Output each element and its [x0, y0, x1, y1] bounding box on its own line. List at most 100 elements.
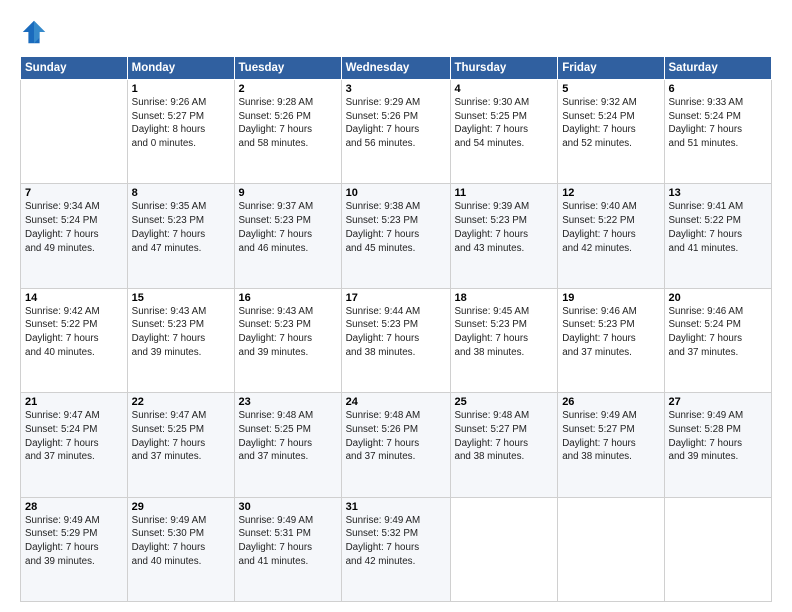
page: SundayMondayTuesdayWednesdayThursdayFrid…: [0, 0, 792, 612]
calendar-cell: 20Sunrise: 9:46 AMSunset: 5:24 PMDayligh…: [664, 288, 772, 392]
day-number: 26: [562, 396, 659, 408]
day-number: 17: [346, 292, 446, 304]
day-info: Sunrise: 9:47 AMSunset: 5:25 PMDaylight:…: [132, 409, 230, 464]
day-info: Sunrise: 9:38 AMSunset: 5:23 PMDaylight:…: [346, 200, 446, 255]
calendar-cell: [21, 80, 128, 184]
day-info: Sunrise: 9:49 AMSunset: 5:30 PMDaylight:…: [132, 514, 230, 569]
day-info: Sunrise: 9:43 AMSunset: 5:23 PMDaylight:…: [239, 305, 337, 360]
calendar-cell: [558, 497, 664, 601]
day-number: 28: [25, 501, 123, 513]
day-info: Sunrise: 9:48 AMSunset: 5:27 PMDaylight:…: [455, 409, 554, 464]
day-info: Sunrise: 9:29 AMSunset: 5:26 PMDaylight:…: [346, 96, 446, 151]
day-info: Sunrise: 9:33 AMSunset: 5:24 PMDaylight:…: [669, 96, 768, 151]
calendar-cell: [450, 497, 558, 601]
day-info: Sunrise: 9:49 AMSunset: 5:29 PMDaylight:…: [25, 514, 123, 569]
day-info: Sunrise: 9:42 AMSunset: 5:22 PMDaylight:…: [25, 305, 123, 360]
day-info: Sunrise: 9:40 AMSunset: 5:22 PMDaylight:…: [562, 200, 659, 255]
day-number: 21: [25, 396, 123, 408]
day-info: Sunrise: 9:46 AMSunset: 5:24 PMDaylight:…: [669, 305, 768, 360]
day-number: 13: [669, 187, 768, 199]
calendar-cell: 7Sunrise: 9:34 AMSunset: 5:24 PMDaylight…: [21, 184, 128, 288]
day-number: 25: [455, 396, 554, 408]
day-info: Sunrise: 9:39 AMSunset: 5:23 PMDaylight:…: [455, 200, 554, 255]
calendar-cell: 24Sunrise: 9:48 AMSunset: 5:26 PMDayligh…: [341, 393, 450, 497]
day-info: Sunrise: 9:32 AMSunset: 5:24 PMDaylight:…: [562, 96, 659, 151]
calendar-cell: 16Sunrise: 9:43 AMSunset: 5:23 PMDayligh…: [234, 288, 341, 392]
calendar-cell: 15Sunrise: 9:43 AMSunset: 5:23 PMDayligh…: [127, 288, 234, 392]
calendar-cell: 21Sunrise: 9:47 AMSunset: 5:24 PMDayligh…: [21, 393, 128, 497]
weekday-header: Tuesday: [234, 57, 341, 80]
calendar-cell: 3Sunrise: 9:29 AMSunset: 5:26 PMDaylight…: [341, 80, 450, 184]
weekday-header: Saturday: [664, 57, 772, 80]
day-info: Sunrise: 9:49 AMSunset: 5:27 PMDaylight:…: [562, 409, 659, 464]
calendar-cell: 18Sunrise: 9:45 AMSunset: 5:23 PMDayligh…: [450, 288, 558, 392]
weekday-header: Monday: [127, 57, 234, 80]
day-number: 22: [132, 396, 230, 408]
day-number: 9: [239, 187, 337, 199]
calendar-week-row: 14Sunrise: 9:42 AMSunset: 5:22 PMDayligh…: [21, 288, 772, 392]
day-number: 6: [669, 83, 768, 95]
calendar-cell: 8Sunrise: 9:35 AMSunset: 5:23 PMDaylight…: [127, 184, 234, 288]
day-number: 10: [346, 187, 446, 199]
calendar-cell: 1Sunrise: 9:26 AMSunset: 5:27 PMDaylight…: [127, 80, 234, 184]
day-number: 29: [132, 501, 230, 513]
weekday-header: Sunday: [21, 57, 128, 80]
day-info: Sunrise: 9:28 AMSunset: 5:26 PMDaylight:…: [239, 96, 337, 151]
day-number: 1: [132, 83, 230, 95]
calendar-cell: 29Sunrise: 9:49 AMSunset: 5:30 PMDayligh…: [127, 497, 234, 601]
calendar-cell: 2Sunrise: 9:28 AMSunset: 5:26 PMDaylight…: [234, 80, 341, 184]
day-number: 18: [455, 292, 554, 304]
calendar-cell: 27Sunrise: 9:49 AMSunset: 5:28 PMDayligh…: [664, 393, 772, 497]
day-number: 4: [455, 83, 554, 95]
calendar-cell: 30Sunrise: 9:49 AMSunset: 5:31 PMDayligh…: [234, 497, 341, 601]
calendar-cell: 28Sunrise: 9:49 AMSunset: 5:29 PMDayligh…: [21, 497, 128, 601]
day-info: Sunrise: 9:37 AMSunset: 5:23 PMDaylight:…: [239, 200, 337, 255]
calendar-cell: 14Sunrise: 9:42 AMSunset: 5:22 PMDayligh…: [21, 288, 128, 392]
weekday-header: Thursday: [450, 57, 558, 80]
calendar-cell: 22Sunrise: 9:47 AMSunset: 5:25 PMDayligh…: [127, 393, 234, 497]
day-number: 30: [239, 501, 337, 513]
day-number: 19: [562, 292, 659, 304]
calendar-week-row: 7Sunrise: 9:34 AMSunset: 5:24 PMDaylight…: [21, 184, 772, 288]
calendar-cell: 13Sunrise: 9:41 AMSunset: 5:22 PMDayligh…: [664, 184, 772, 288]
calendar-table: SundayMondayTuesdayWednesdayThursdayFrid…: [20, 56, 772, 602]
day-number: 16: [239, 292, 337, 304]
calendar-cell: 26Sunrise: 9:49 AMSunset: 5:27 PMDayligh…: [558, 393, 664, 497]
day-number: 8: [132, 187, 230, 199]
day-info: Sunrise: 9:41 AMSunset: 5:22 PMDaylight:…: [669, 200, 768, 255]
logo: [20, 18, 52, 46]
day-number: 3: [346, 83, 446, 95]
day-number: 2: [239, 83, 337, 95]
day-number: 20: [669, 292, 768, 304]
day-info: Sunrise: 9:44 AMSunset: 5:23 PMDaylight:…: [346, 305, 446, 360]
calendar-cell: 6Sunrise: 9:33 AMSunset: 5:24 PMDaylight…: [664, 80, 772, 184]
day-info: Sunrise: 9:26 AMSunset: 5:27 PMDaylight:…: [132, 96, 230, 151]
day-info: Sunrise: 9:35 AMSunset: 5:23 PMDaylight:…: [132, 200, 230, 255]
calendar-cell: 9Sunrise: 9:37 AMSunset: 5:23 PMDaylight…: [234, 184, 341, 288]
calendar-cell: 12Sunrise: 9:40 AMSunset: 5:22 PMDayligh…: [558, 184, 664, 288]
calendar-cell: [664, 497, 772, 601]
day-number: 24: [346, 396, 446, 408]
logo-icon: [20, 18, 48, 46]
calendar-header-row: SundayMondayTuesdayWednesdayThursdayFrid…: [21, 57, 772, 80]
calendar-cell: 11Sunrise: 9:39 AMSunset: 5:23 PMDayligh…: [450, 184, 558, 288]
day-number: 5: [562, 83, 659, 95]
day-info: Sunrise: 9:48 AMSunset: 5:25 PMDaylight:…: [239, 409, 337, 464]
calendar-week-row: 1Sunrise: 9:26 AMSunset: 5:27 PMDaylight…: [21, 80, 772, 184]
day-info: Sunrise: 9:34 AMSunset: 5:24 PMDaylight:…: [25, 200, 123, 255]
day-number: 15: [132, 292, 230, 304]
calendar-cell: 23Sunrise: 9:48 AMSunset: 5:25 PMDayligh…: [234, 393, 341, 497]
header: [20, 18, 772, 46]
calendar-week-row: 28Sunrise: 9:49 AMSunset: 5:29 PMDayligh…: [21, 497, 772, 601]
day-number: 23: [239, 396, 337, 408]
calendar-week-row: 21Sunrise: 9:47 AMSunset: 5:24 PMDayligh…: [21, 393, 772, 497]
day-number: 7: [25, 187, 123, 199]
calendar-cell: 25Sunrise: 9:48 AMSunset: 5:27 PMDayligh…: [450, 393, 558, 497]
day-number: 31: [346, 501, 446, 513]
weekday-header: Wednesday: [341, 57, 450, 80]
day-number: 14: [25, 292, 123, 304]
calendar-cell: 10Sunrise: 9:38 AMSunset: 5:23 PMDayligh…: [341, 184, 450, 288]
day-info: Sunrise: 9:49 AMSunset: 5:32 PMDaylight:…: [346, 514, 446, 569]
day-info: Sunrise: 9:43 AMSunset: 5:23 PMDaylight:…: [132, 305, 230, 360]
calendar-cell: 31Sunrise: 9:49 AMSunset: 5:32 PMDayligh…: [341, 497, 450, 601]
